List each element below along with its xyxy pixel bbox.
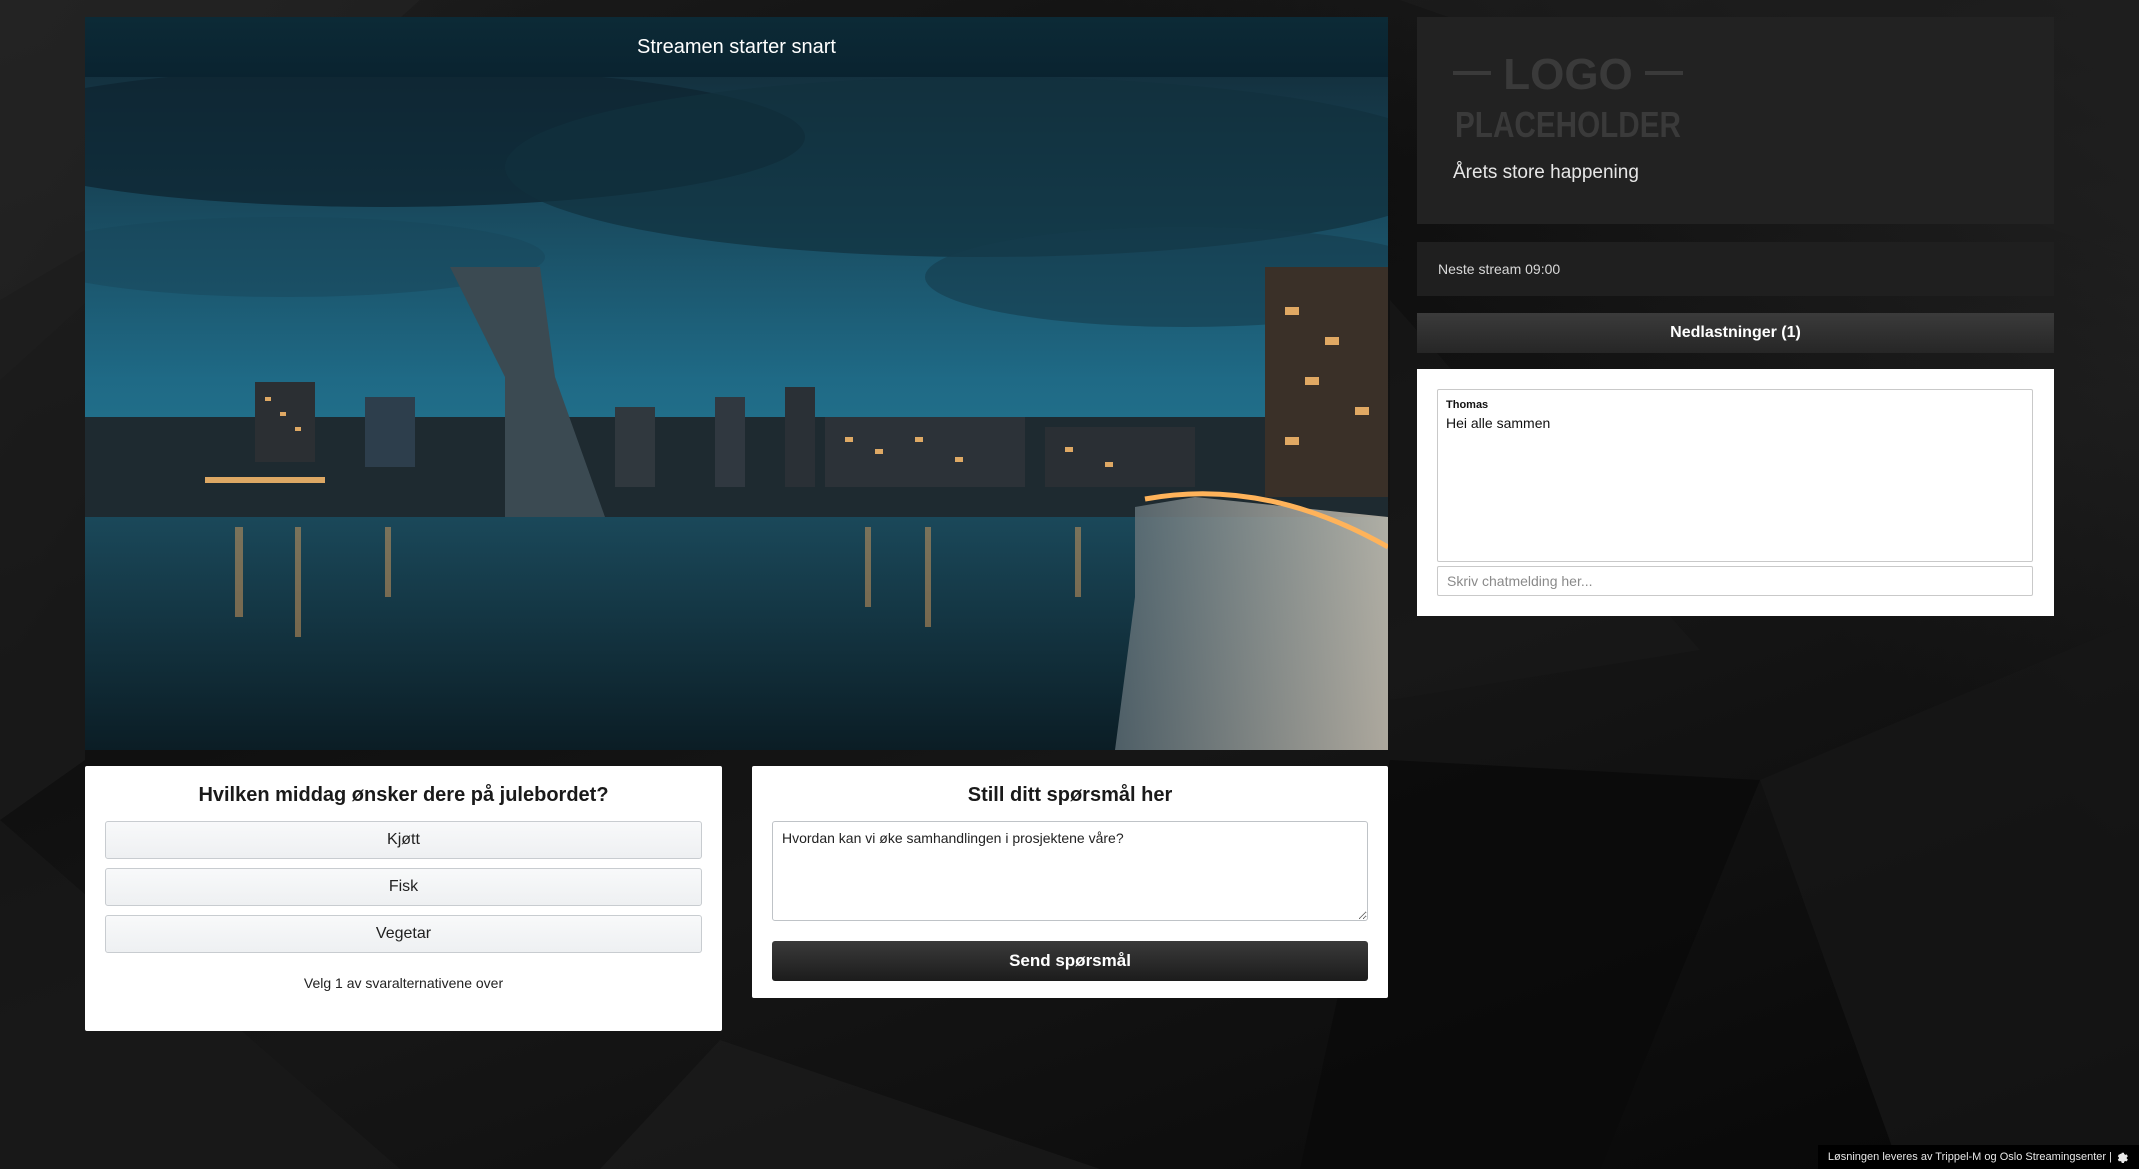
question-title: Still ditt spørsmål her: [967, 784, 1173, 806]
send-question-button[interactable]: Send spørsmål: [772, 941, 1368, 981]
footer: Løsningen leveres av Trippel-M og Oslo S…: [1817, 1145, 2139, 1169]
poll-hint: Velg 1 av svaralternativene over: [303, 975, 504, 991]
svg-text:PLACEHOLDER: PLACEHOLDER: [1455, 104, 1681, 143]
chat-panel: Thomas Hei alle sammen: [1417, 369, 2054, 616]
svg-text:LOGO: LOGO: [1503, 51, 1633, 99]
poll-option-fisk[interactable]: Fisk: [105, 868, 702, 906]
video-player[interactable]: Streamen starter snart: [85, 17, 1388, 750]
poll-panel: Hvilken middag ønsker dere på julebordet…: [85, 766, 722, 1031]
event-title: Årets store happening: [1453, 162, 1639, 183]
gear-icon[interactable]: [2116, 1151, 2129, 1164]
chat-message-author: Thomas: [1446, 399, 1489, 411]
chat-log[interactable]: Thomas Hei alle sammen: [1437, 389, 2033, 562]
question-panel: Still ditt spørsmål her Send spørsmål: [752, 766, 1388, 998]
footer-credit: Løsningen leveres av Trippel-M og Oslo S…: [1827, 1151, 2112, 1163]
poll-question: Hvilken middag ønsker dere på julebordet…: [198, 784, 609, 806]
chat-message: Thomas Hei alle sammen: [1446, 399, 2024, 431]
poll-option-vegetar[interactable]: Vegetar: [105, 915, 702, 953]
downloads-button[interactable]: Nedlastninger (1): [1417, 313, 2054, 353]
video-status-header: Streamen starter snart: [85, 17, 1388, 77]
logo-placeholder: LOGO PLACEHOLDER: [1453, 50, 1683, 145]
poll-option-kjott[interactable]: Kjøtt: [105, 821, 702, 859]
chat-message-text: Hei alle sammen: [1446, 415, 1551, 431]
question-textarea[interactable]: [772, 821, 1368, 921]
video-placeholder-image: [85, 77, 1388, 750]
event-info-panel: LOGO PLACEHOLDER Årets store happening: [1417, 17, 2054, 224]
next-stream-info: Neste stream 09:00: [1417, 242, 2054, 296]
chat-input[interactable]: [1437, 566, 2033, 596]
